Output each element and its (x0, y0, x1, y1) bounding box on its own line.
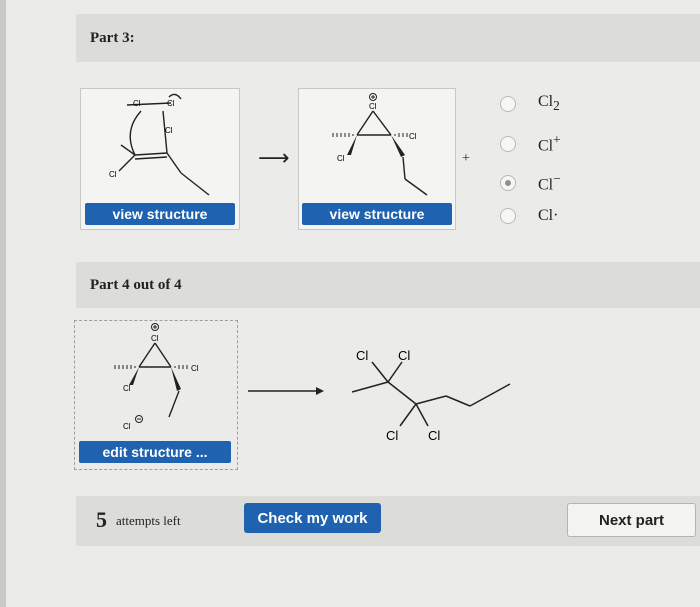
reactant-cl-c: Cl (165, 126, 173, 135)
reaction-arrow-icon: ⟶ (258, 146, 290, 171)
edit-structure-button[interactable]: edit structure ... (79, 441, 231, 463)
reactant-drawing: Cl Cl Cl Cl (109, 93, 210, 196)
view-structure-button-reactant[interactable]: view structure (85, 203, 235, 225)
radio-button[interactable] (500, 208, 516, 224)
edit-structure-area: Cl Cl Cl Cl edit structure ... (74, 320, 238, 470)
bromonium-drawing: Cl Cl Cl Cl (114, 323, 199, 431)
product-cl-3: Cl (386, 428, 398, 443)
option-label: Cl· (538, 207, 559, 224)
option-label: Cl− (538, 171, 561, 194)
bromonium-cl-right: Cl (191, 364, 199, 373)
intermediate-cl-right: Cl (409, 132, 417, 141)
intermediate-cl-top: Cl (369, 102, 377, 111)
part3-header: Part 3: (76, 14, 700, 62)
product-cl-1: Cl (356, 348, 368, 363)
part3-title: Part 3: (90, 30, 135, 46)
intermediate-drawing: Cl Cl Cl (332, 93, 428, 196)
check-my-work-button[interactable]: Check my work (244, 503, 381, 533)
option-cl-minus[interactable]: Cl− (500, 171, 561, 194)
reactant-cl-a: Cl (133, 99, 141, 108)
option-label: Cl+ (538, 132, 561, 155)
part4-title: Part 4 out of 4 (90, 277, 182, 293)
option-label: Cl2 (538, 93, 560, 114)
product-structure: Cl Cl Cl Cl (351, 348, 511, 443)
radio-button[interactable] (500, 95, 516, 112)
option-cl-radical[interactable]: Cl· (500, 207, 558, 225)
part4-header: Part 4 out of 4 (76, 262, 700, 308)
bromonium-cl-top: Cl (151, 334, 159, 343)
radio-button[interactable] (500, 135, 516, 152)
product-arrow-icon (248, 387, 324, 395)
attempts-label: attempts left (116, 513, 181, 528)
option-cl2[interactable]: Cl2 (500, 93, 560, 114)
reactant-cl-b: Cl (167, 99, 175, 108)
product-cl-2: Cl (398, 348, 410, 363)
view-structure-button-intermediate[interactable]: view structure (302, 203, 452, 225)
next-part-button[interactable]: Next part (567, 503, 696, 537)
intermediate-cl-left: Cl (337, 154, 345, 163)
page-edge (0, 0, 6, 607)
radio-button-selected[interactable] (500, 174, 516, 191)
option-cl-plus[interactable]: Cl+ (500, 132, 561, 155)
bromonium-cl-left: Cl (123, 384, 131, 393)
product-cl-4: Cl (428, 428, 440, 443)
reactant-cl-d: Cl (109, 170, 117, 179)
plus-sign: + (462, 151, 470, 166)
chloride-ion-label: Cl (123, 422, 131, 431)
attempts-count: 5 (96, 507, 107, 532)
